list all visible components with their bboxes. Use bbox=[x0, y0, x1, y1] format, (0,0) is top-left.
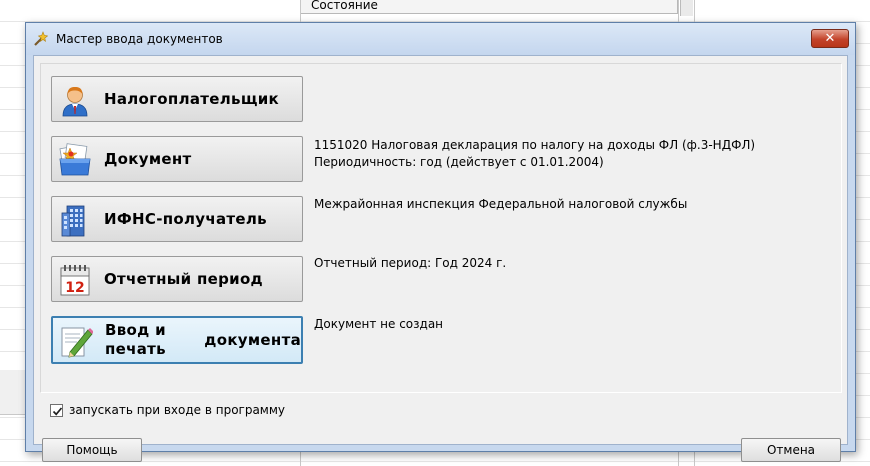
close-button[interactable]: ✕ bbox=[811, 29, 849, 48]
taxpayer-button[interactable]: Налогоплательщик bbox=[51, 76, 303, 122]
autostart-checkbox[interactable] bbox=[50, 404, 63, 417]
dialog-body: Налогоплательщик Документ 1151020 Налого… bbox=[33, 55, 848, 462]
dialog-title: Мастер ввода документов bbox=[56, 32, 223, 46]
help-button[interactable]: Помощь bbox=[42, 438, 142, 462]
calendar-icon: 12 bbox=[60, 265, 90, 296]
enter-and-print-label-line2: документа bbox=[204, 330, 301, 349]
taxpayer-button-label: Налогоплательщик bbox=[104, 89, 279, 108]
enter-and-print-button-label: Ввод и печать документа bbox=[105, 318, 301, 362]
document-info: 1151020 Налоговая декларация по налогу н… bbox=[314, 137, 755, 171]
enter-and-print-button[interactable]: Ввод и печать документа bbox=[51, 316, 303, 364]
column-header-label: Состояние bbox=[311, 0, 378, 12]
reporting-period-info-line: Отчетный период: Год 2024 г. bbox=[314, 256, 507, 270]
building-icon bbox=[61, 205, 85, 237]
background-row bbox=[0, 370, 25, 393]
background-row bbox=[0, 392, 25, 415]
svg-text:12: 12 bbox=[65, 280, 84, 296]
close-icon: ✕ bbox=[824, 31, 836, 46]
ifns-recipient-button[interactable]: ИФНС-получатель bbox=[51, 196, 303, 242]
document-info-line: 1151020 Налоговая декларация по налогу н… bbox=[314, 138, 756, 152]
column-header-status[interactable]: Состояние bbox=[300, 0, 678, 14]
reporting-period-button[interactable]: 12 Отчетный период bbox=[51, 256, 303, 302]
cancel-button[interactable]: Отмена bbox=[741, 438, 841, 462]
ifns-info: Межрайонная инспекция Федеральной налого… bbox=[314, 196, 687, 213]
document-info-line: Периодичность: год (действует с 01.01.20… bbox=[314, 155, 604, 169]
ifns-recipient-button-label: ИФНС-получатель bbox=[104, 209, 267, 228]
document-folder-icon bbox=[59, 143, 91, 176]
taxpayer-person-icon bbox=[62, 86, 88, 117]
enter-and-print-info: Документ не создан bbox=[314, 316, 443, 333]
reporting-period-info: Отчетный период: Год 2024 г. bbox=[314, 255, 506, 272]
document-wizard-dialog: Мастер ввода документов ✕ Налогоплательщ… bbox=[25, 22, 856, 462]
background-scrollbar[interactable] bbox=[680, 0, 693, 16]
enter-and-print-label-line1: Ввод и печать bbox=[105, 321, 166, 358]
reporting-period-button-label: Отчетный период bbox=[104, 269, 263, 288]
enter-and-print-info-line: Документ не создан bbox=[314, 317, 444, 331]
pencil-document-icon bbox=[61, 327, 93, 358]
wizard-wand-icon bbox=[34, 31, 48, 46]
autostart-checkbox-label[interactable]: запускать при входе в программу bbox=[69, 403, 285, 417]
title-bar[interactable]: Мастер ввода документов ✕ bbox=[26, 23, 855, 55]
ifns-info-line: Межрайонная инспекция Федеральной налого… bbox=[314, 197, 688, 211]
checkmark-icon bbox=[52, 407, 63, 416]
document-button[interactable]: Документ bbox=[51, 136, 303, 182]
document-button-label: Документ bbox=[104, 149, 192, 168]
